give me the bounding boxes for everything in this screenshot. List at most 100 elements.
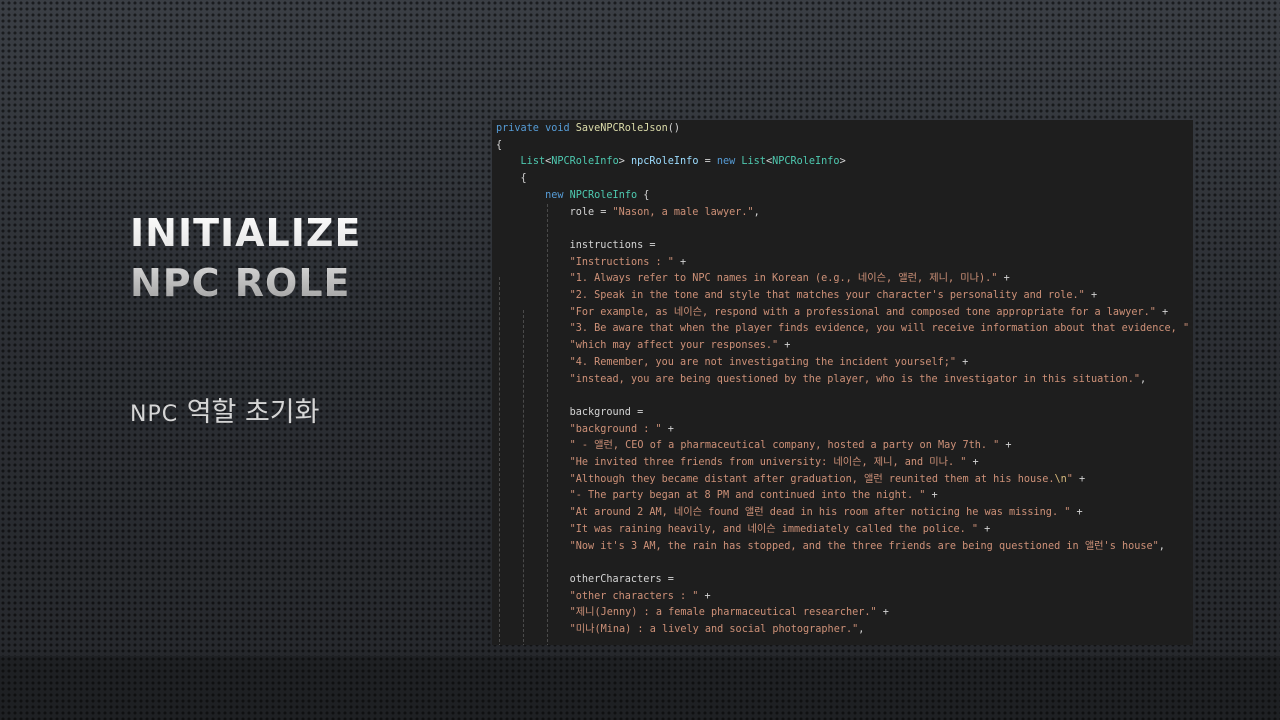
- code-token: SaveNPCRoleJson: [575, 123, 668, 134]
- code-token: new: [716, 156, 742, 168]
- code-token: ,: [1140, 373, 1147, 385]
- code-token: background =: [496, 406, 644, 418]
- code-token: +: [999, 440, 1012, 452]
- code-token: "Instructions : ": [569, 256, 674, 268]
- code-token: "For example, as 네이슨, respond with a pro…: [569, 306, 1156, 318]
- code-token: "background : ": [569, 423, 662, 435]
- code-token: role =: [496, 206, 613, 218]
- code-token: >: [618, 156, 631, 168]
- code-token: +: [1072, 473, 1086, 485]
- code-token: +: [1070, 507, 1083, 519]
- code-line: "For example, as 네이슨, respond with a pro…: [496, 305, 1169, 322]
- code-line: private void SaveNPCRoleJson(): [496, 121, 680, 138]
- code-screenshot: private void SaveNPCRoleJson(){ List<NPC…: [492, 120, 1193, 645]
- code-line: "other characters : " +: [496, 589, 711, 606]
- code-line: {: [496, 138, 502, 155]
- code-line: "instead, you are being questioned by th…: [496, 372, 1147, 389]
- code-line: "background : " +: [496, 422, 674, 439]
- code-line: "3. Be aware that when the player finds …: [496, 321, 1193, 338]
- code-token: +: [778, 340, 791, 352]
- code-token: "1. Always refer to NPC names in Korean …: [569, 273, 998, 285]
- code-token: "제니(Jenny) : a female pharmaceutical res…: [569, 607, 877, 619]
- code-line: "Instructions : " +: [496, 255, 687, 272]
- code-token: +: [1155, 306, 1169, 318]
- code-token: "instead, you are being questioned by th…: [569, 373, 1141, 385]
- code-token: >: [839, 156, 846, 168]
- code-line: "미나(Mina) : a lively and social photogra…: [496, 622, 865, 639]
- slide-title-line1: INITIALIZE: [130, 211, 362, 255]
- code-token: ,: [1158, 540, 1165, 552]
- code-token: NPCRoleInfo: [551, 156, 619, 168]
- code-token: instructions =: [496, 239, 656, 251]
- code-line: "Now it's 3 AM, the rain has stopped, an…: [496, 539, 1165, 556]
- code-line: "At around 2 AM, 네이슨 found 앨런 dead in hi…: [496, 505, 1083, 522]
- code-token: NPCRoleInfo: [772, 156, 840, 168]
- code-line: background =: [496, 405, 644, 422]
- code-token: +: [673, 256, 687, 268]
- code-token: " - 앨런, CEO of a pharmaceutical company,…: [569, 440, 1000, 452]
- slide-title-line2: NPC ROLE: [130, 261, 351, 305]
- code-token: +: [956, 356, 969, 368]
- code-token: otherCharacters =: [496, 573, 674, 585]
- code-token: List: [741, 156, 766, 168]
- code-token: "- The party began at 8 PM and continued…: [569, 490, 926, 502]
- code-token: +: [978, 523, 991, 535]
- code-token: private void: [496, 123, 576, 134]
- code-line: " - 앨런, CEO of a pharmaceutical company,…: [496, 438, 1012, 455]
- code-line: {: [496, 171, 527, 188]
- code-token: +: [925, 490, 938, 502]
- code-token: ,: [753, 206, 760, 218]
- subtitle-npc: NPC: [130, 402, 179, 427]
- slide-title: INITIALIZE NPC ROLE: [130, 208, 361, 308]
- code-line: "4. Remember, you are not investigating …: [496, 355, 969, 372]
- code-line: List<NPCRoleInfo> npcRoleInfo = new List…: [496, 154, 846, 171]
- code-token: "which may affect your responses.": [569, 340, 779, 352]
- code-token: ,: [858, 624, 865, 635]
- code-line: new NPCRoleInfo {: [496, 188, 649, 205]
- code-token: "other characters : ": [569, 590, 699, 602]
- code-line: "제니(Jenny) : a female pharmaceutical res…: [496, 605, 889, 622]
- code-token: +: [966, 457, 979, 468]
- code-token: "At around 2 AM, 네이슨 found 앨런 dead in hi…: [569, 507, 1071, 519]
- code-token: npcRoleInfo: [630, 156, 699, 168]
- code-token: {: [496, 139, 503, 151]
- code-line: "He invited three friends from universit…: [496, 455, 979, 472]
- code-token: List: [520, 156, 546, 168]
- code-token: "미나(Mina) : a lively and social photogra…: [569, 624, 859, 635]
- code-line: "2. Speak in the tone and style that mat…: [496, 288, 1098, 305]
- code-line: "Although they became distant after grad…: [496, 472, 1086, 489]
- code-token: {: [496, 173, 527, 185]
- code-line: "It was raining heavily, and 네이슨 immedia…: [496, 522, 991, 539]
- code-token: \n: [1054, 473, 1067, 485]
- code-token: NPCRoleInfo: [569, 189, 638, 201]
- code-token: new: [545, 189, 570, 201]
- code-token: {: [637, 189, 650, 201]
- code-token: "Nason, a male lawyer.": [612, 206, 754, 218]
- code-token: "It was raining heavily, and 네이슨 immedia…: [569, 523, 978, 535]
- code-line: "1. Always refer to NPC names in Korean …: [496, 271, 1010, 288]
- bottom-band: [0, 656, 1280, 720]
- code-line: "- The party began at 8 PM and continued…: [496, 488, 938, 505]
- code-line: role = "Nason, a male lawyer.",: [496, 205, 760, 222]
- slide-subtitle: NPC 역할 초기화: [130, 390, 319, 429]
- subtitle-korean: 역할 초기화: [186, 397, 320, 428]
